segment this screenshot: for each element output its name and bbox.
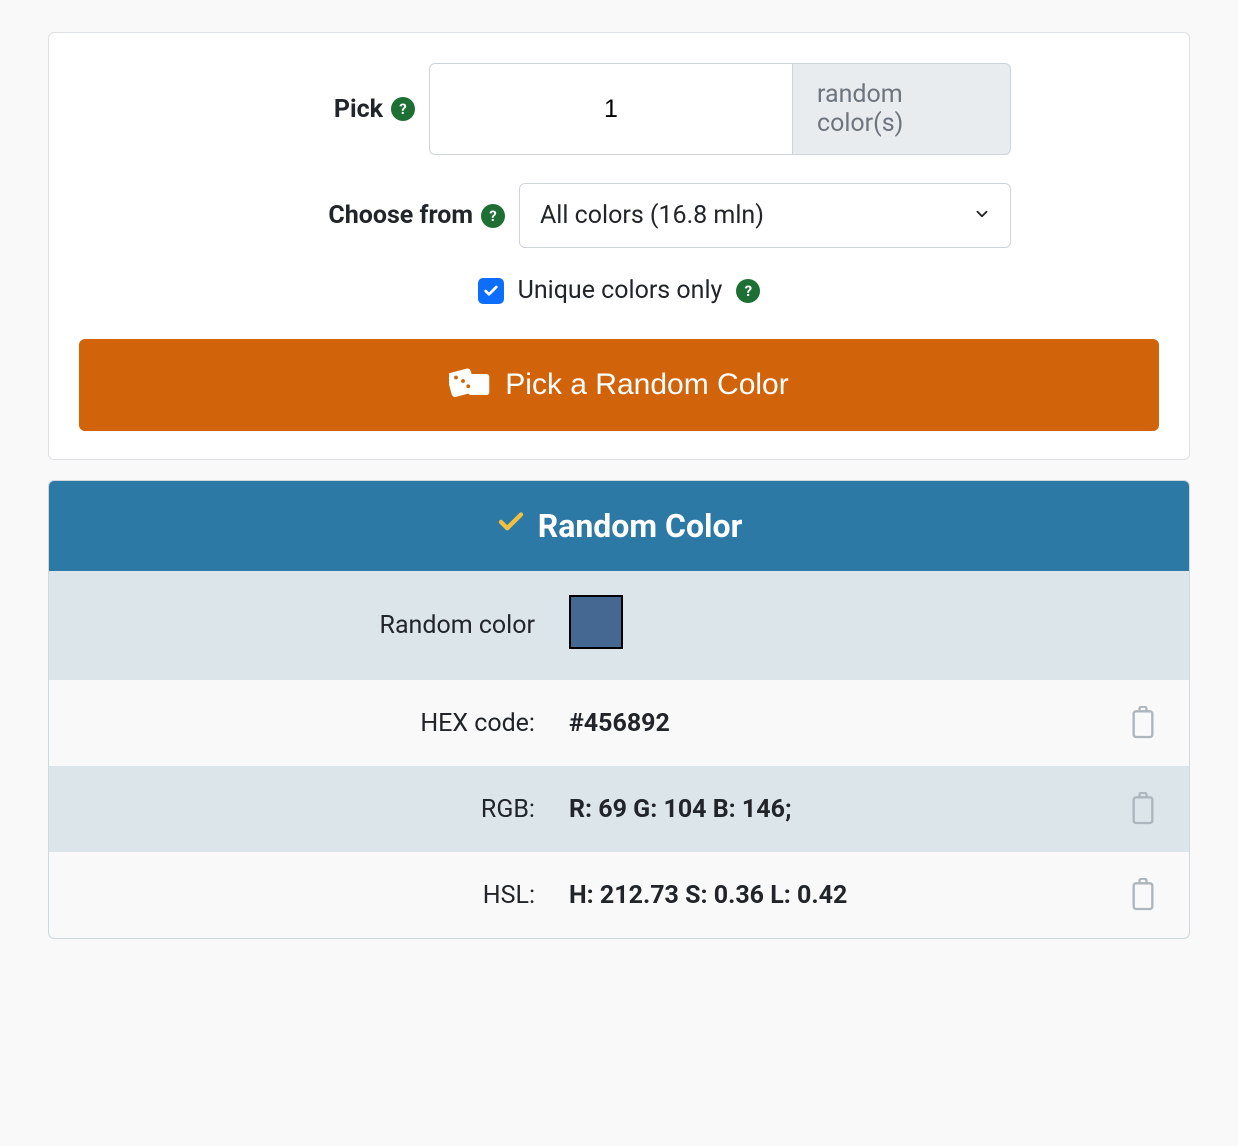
- copy-button[interactable]: [1127, 876, 1159, 914]
- unique-row: Unique colors only ?: [79, 276, 1159, 305]
- choose-select-wrap: All colors (16.8 mln): [519, 183, 1011, 248]
- choose-label-col: Choose from ?: [79, 201, 519, 230]
- unique-checkbox[interactable]: [478, 278, 504, 304]
- hex-value: #456892: [569, 709, 1127, 738]
- hex-label: HEX code:: [79, 709, 569, 738]
- dice-icon: [449, 363, 491, 407]
- result-header-title: Random Color: [538, 507, 743, 545]
- swatch-label: Random color: [79, 611, 569, 640]
- pick-row: Pick ? random color(s): [79, 63, 1159, 155]
- color-swatch: [569, 595, 623, 649]
- table-row: HEX code: #456892: [49, 680, 1189, 766]
- help-icon[interactable]: ?: [481, 204, 505, 228]
- choose-from-select[interactable]: All colors (16.8 mln): [519, 183, 1011, 248]
- table-row: RGB: R: 69 G: 104 B: 146;: [49, 766, 1189, 852]
- pick-random-color-button[interactable]: Pick a Random Color: [79, 339, 1159, 431]
- table-row: HSL: H: 212.73 S: 0.36 L: 0.42: [49, 852, 1189, 938]
- copy-button[interactable]: [1127, 790, 1159, 828]
- pick-suffix-label: random color(s): [792, 63, 1011, 155]
- swatch-row: Random color: [49, 571, 1189, 680]
- check-icon: [496, 507, 526, 545]
- help-icon[interactable]: ?: [736, 279, 760, 303]
- unique-label: Unique colors only: [518, 276, 723, 305]
- pick-label: Pick: [334, 95, 383, 124]
- rgb-value: R: 69 G: 104 B: 146;: [569, 795, 1127, 824]
- copy-button[interactable]: [1127, 704, 1159, 742]
- pick-input-group: random color(s): [429, 63, 1011, 155]
- choose-label: Choose from: [328, 201, 473, 230]
- hsl-label: HSL:: [79, 881, 569, 910]
- pick-count-input[interactable]: [429, 63, 792, 155]
- help-icon[interactable]: ?: [391, 97, 415, 121]
- rgb-label: RGB:: [79, 795, 569, 824]
- pick-button-label: Pick a Random Color: [505, 368, 788, 402]
- result-header: Random Color: [49, 481, 1189, 571]
- hsl-value: H: 212.73 S: 0.36 L: 0.42: [569, 881, 1127, 910]
- swatch-value: [569, 595, 1159, 656]
- pick-label-col: Pick ?: [79, 95, 429, 124]
- result-card: Random Color Random color HEX code: #456…: [48, 480, 1190, 939]
- settings-card: Pick ? random color(s) Choose from ? All…: [48, 32, 1190, 460]
- choose-row: Choose from ? All colors (16.8 mln): [79, 183, 1159, 248]
